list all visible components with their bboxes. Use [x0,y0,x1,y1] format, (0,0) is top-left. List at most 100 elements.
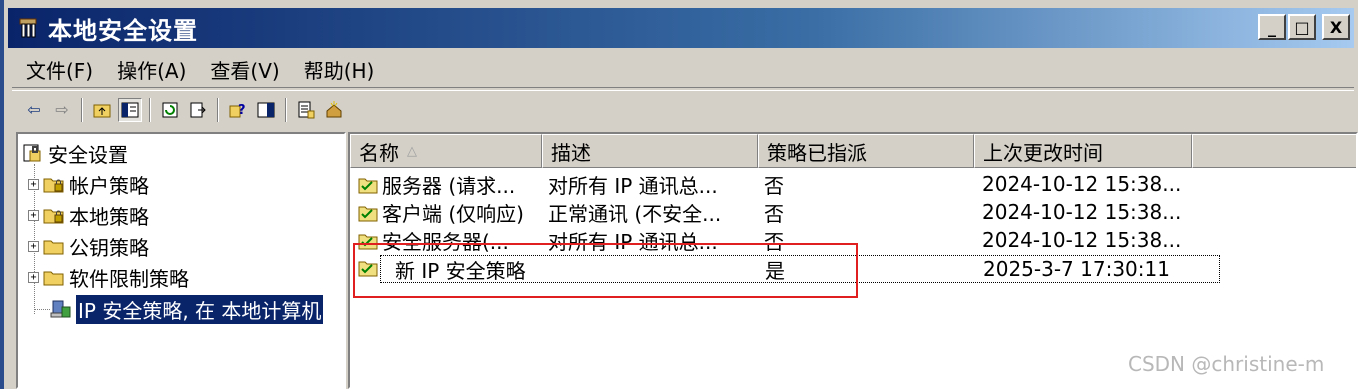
policy-icon [358,258,378,277]
folder-icon [43,236,65,256]
expand-icon[interactable]: + [28,240,39,252]
policy-name-cell: 服务器 (请求... [350,170,544,199]
help-icon: ? [229,103,246,118]
console-tree[interactable]: 安全设置 + 帐户策略 + 本地策略 + 公钥策略 + 软件限制策略 IP 安全… [16,132,346,389]
policy-description: 对所有 IP 通讯总... [548,229,718,254]
new-policy-icon [326,100,342,117]
table-row[interactable]: 服务器 (请求... 对所有 IP 通讯总... 否 2024-10-12 15… [350,170,1356,199]
policy-assigned: 否 [764,173,784,198]
window-controls: _ □ X [1258,14,1350,40]
forward-arrow-icon: ⇨ [55,100,69,119]
policy-last-modified: 2025-3-7 17:30:11 [983,257,1170,281]
policy-icon [358,175,378,194]
table-row[interactable]: 客户端 (仅响应) 正常通讯 (不安全... 否 2024-10-12 15:3… [350,198,1356,227]
policy-icon [358,231,378,250]
tree-item-label: 公钥策略 [69,235,149,260]
tree-item-local-policies[interactable]: + 本地策略 [28,200,149,230]
tree-item-public-key-policies[interactable]: + 公钥策略 [28,231,149,261]
column-header-assigned[interactable]: 策略已指派 [758,134,974,168]
svg-text:?: ? [238,103,246,118]
policy-name: 客户端 (仅响应) [382,201,524,226]
expand-icon[interactable]: + [28,178,39,190]
tree-item-label: IP 安全策略, 在 本地计算机 [76,294,324,324]
tree-item-software-restriction[interactable]: + 软件限制策略 [28,262,189,292]
column-label: 策略已指派 [767,140,867,165]
export-list-icon [190,102,206,117]
security-settings-icon [22,143,44,163]
up-folder-icon [93,104,111,117]
expand-icon[interactable]: + [28,209,39,221]
list-header: 名称 △ 描述 策略已指派 上次更改时间 [350,134,1356,168]
toolbar-separator [217,97,219,122]
column-label: 描述 [551,140,591,165]
policy-description: 对所有 IP 通讯总... [548,173,718,198]
new-ip-policy-button[interactable] [322,98,346,122]
toolbar-separator [149,97,151,122]
title-bar[interactable]: 本地安全设置 _ □ X [8,8,1354,48]
ip-security-policy-icon [50,299,72,319]
back-arrow-icon: ⇦ [27,100,41,119]
menu-help[interactable]: 帮助(H) [292,55,387,84]
tree-root-label: 安全设置 [48,142,128,167]
menu-view[interactable]: 查看(V) [198,55,291,84]
close-icon: X [1329,17,1343,37]
column-header-description[interactable]: 描述 [542,134,758,168]
column-label: 名称 [359,140,399,165]
locked-folder-icon [43,205,65,225]
column-label: 上次更改时间 [983,140,1103,165]
maximize-button[interactable]: □ [1288,14,1316,40]
column-header-name[interactable]: 名称 △ [350,134,542,168]
policy-name-cell: 安全服务器(... [350,226,544,255]
tree-connector [34,309,50,310]
watermark: CSDN @christine-m [1128,352,1325,376]
policy-assigned: 否 [764,201,784,226]
minimize-button[interactable]: _ [1258,14,1286,40]
policy-description: 正常通讯 (不安全... [548,201,722,226]
maximize-icon: □ [1294,17,1310,37]
close-button[interactable]: X [1322,14,1350,40]
refresh-button[interactable] [158,98,182,122]
policy-name: 安全服务器(... [382,229,509,254]
tree-item-account-policies[interactable]: + 帐户策略 [28,169,149,199]
show-hide-tree-button[interactable] [118,97,142,122]
export-list-button[interactable] [186,98,210,122]
table-row-selected[interactable]: 新 IP 安全策略 是 2025-3-7 17:30:11 [380,255,1220,283]
security-settings-icon [16,16,40,40]
policy-name-cell: 新 IP 安全策略 [381,255,545,284]
action-pane-icon [257,102,275,117]
minimize-icon: _ [1268,17,1276,37]
back-button[interactable]: ⇦ [22,98,46,122]
policy-last-modified: 2024-10-12 15:38... [982,172,1182,196]
sort-ascending-icon: △ [407,143,417,159]
tree-item-ip-security-policies[interactable]: IP 安全策略, 在 本地计算机 [50,294,324,324]
column-header-last-modified[interactable]: 上次更改时间 [974,134,1192,168]
manage-ip-filter-button[interactable] [294,98,318,122]
policy-icon [358,203,378,222]
policy-name-cell: 客户端 (仅响应) [350,198,544,227]
menu-action[interactable]: 操作(A) [105,55,198,84]
toolbar: ⇦ ⇨ ? [12,90,1354,128]
policy-name: 新 IP 安全策略 [395,258,526,283]
policy-list[interactable]: 名称 △ 描述 策略已指派 上次更改时间 服务器 (请求... 对所有 IP 通… [348,132,1358,389]
column-header-filler [1192,134,1356,168]
tree-item-label: 软件限制策略 [69,266,189,291]
menu-file[interactable]: 文件(F) [12,55,105,84]
up-one-level-button[interactable] [90,98,114,122]
policy-name: 服务器 (请求... [382,173,516,198]
toolbar-separator [81,97,83,122]
locked-folder-icon [43,174,65,194]
tree-item-label: 本地策略 [69,204,149,229]
tree-root[interactable]: 安全设置 [22,138,128,168]
forward-button[interactable]: ⇨ [50,98,74,122]
policy-assigned: 否 [764,229,784,254]
tree-item-label: 帐户策略 [69,173,149,198]
expand-icon[interactable]: + [28,271,39,283]
folder-icon [43,267,65,287]
policy-last-modified: 2024-10-12 15:38... [982,200,1182,224]
policy-assigned: 是 [765,258,785,283]
table-row[interactable]: 安全服务器(... 对所有 IP 通讯总... 否 2024-10-12 15:… [350,226,1356,255]
show-action-pane-button[interactable] [254,98,278,122]
help-button[interactable]: ? [226,98,250,122]
ip-filter-list-icon [298,101,315,118]
app-window: 本地安全设置 _ □ X 文件(F) 操作(A) 查看(V) 帮助(H) ⇦ ⇨ [0,0,1358,389]
